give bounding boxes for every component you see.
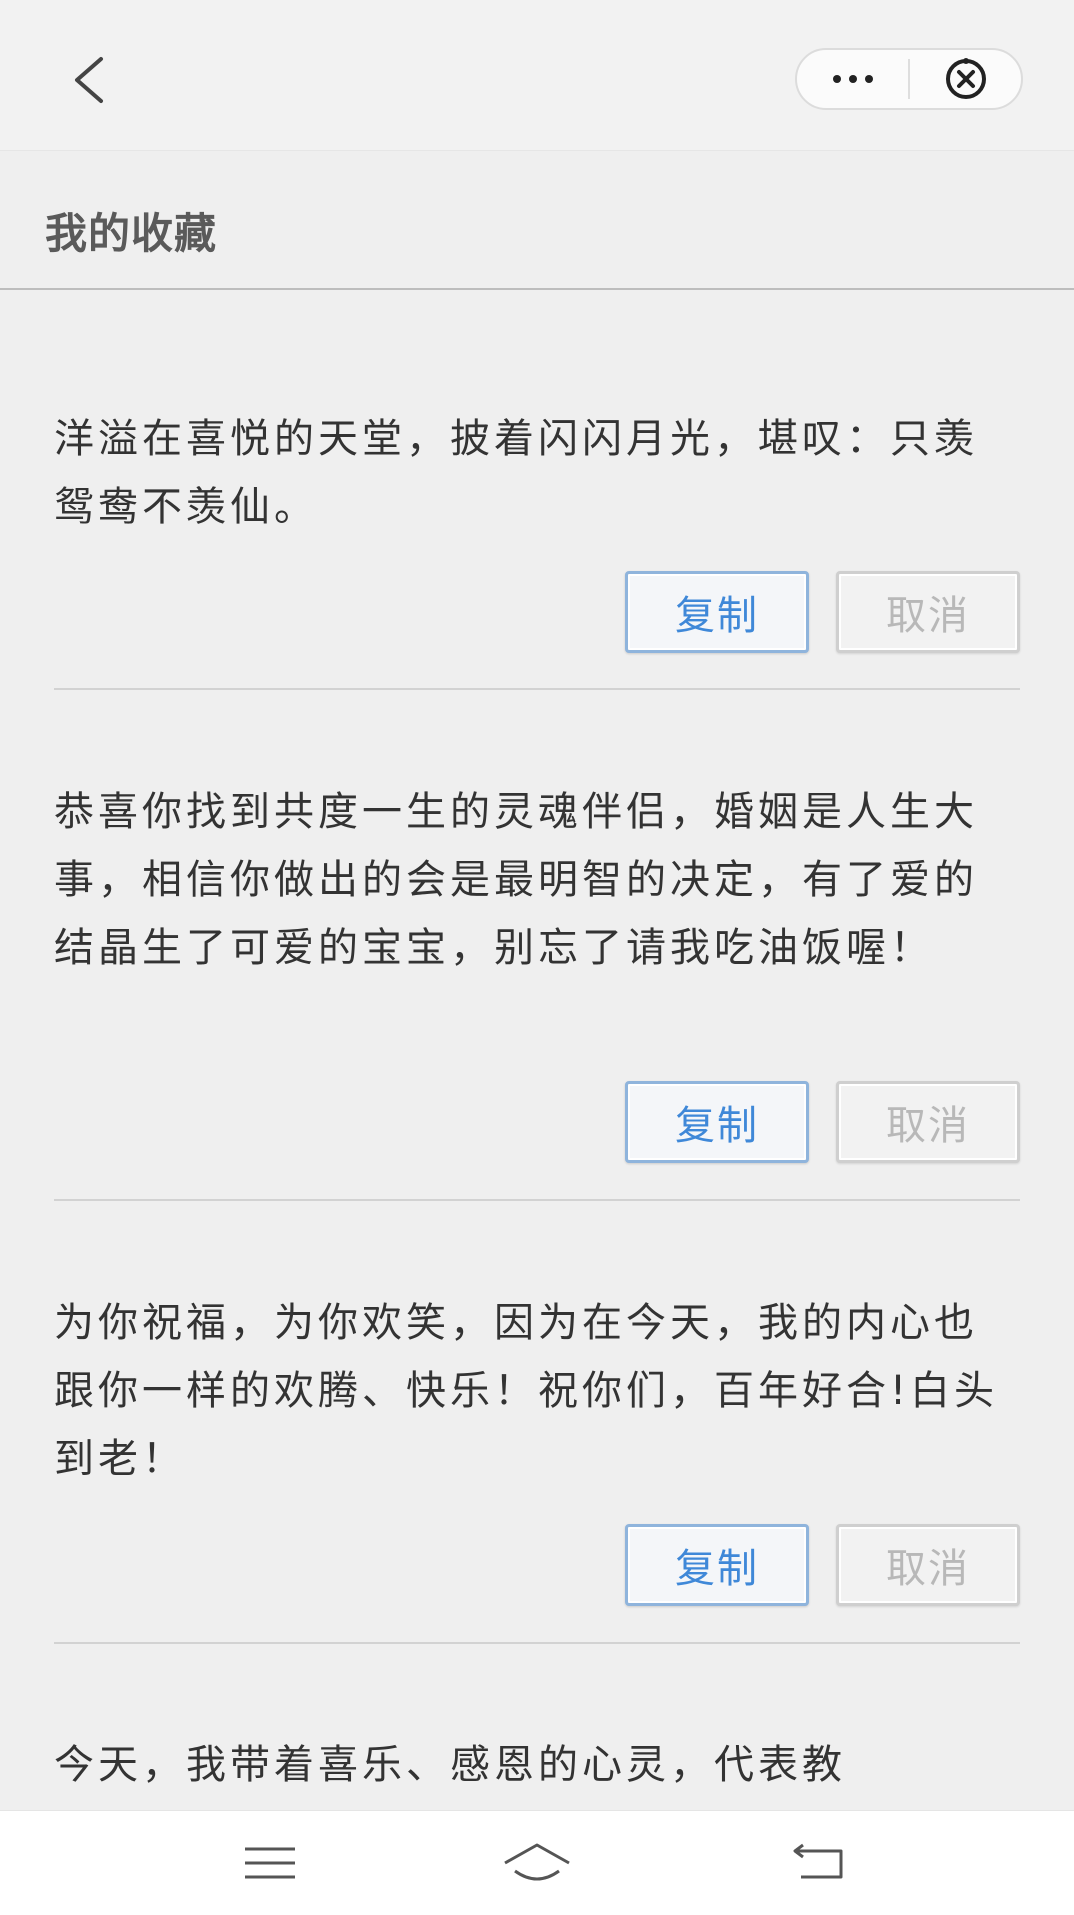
more-button[interactable] [797, 50, 908, 108]
system-nav-bar [0, 1810, 1074, 1915]
menu-icon [245, 1847, 295, 1879]
home-icon [504, 1843, 570, 1881]
back-button[interactable] [58, 50, 118, 110]
mini-program-capsule [795, 48, 1023, 110]
favorite-text: 洋溢在喜悦的天堂，披着闪闪月光，堪叹：只羡鸳鸯不羡仙。 [54, 416, 978, 530]
item-divider [54, 1642, 1020, 1644]
system-back-button[interactable] [774, 1831, 864, 1895]
close-button[interactable] [910, 50, 1021, 108]
copy-button[interactable]: 复制 [625, 571, 809, 653]
page-title: 我的收藏 [45, 209, 218, 258]
cancel-button[interactable]: 取消 [836, 571, 1020, 653]
home-button[interactable] [492, 1831, 582, 1895]
page-header: 我的收藏 [0, 150, 1074, 290]
copy-button[interactable]: 复制 [625, 1081, 809, 1163]
cancel-button[interactable]: 取消 [836, 1524, 1020, 1606]
cancel-button[interactable]: 取消 [836, 1081, 1020, 1163]
chevron-left-icon [75, 57, 103, 103]
back-arrow-icon [793, 1843, 843, 1879]
favorite-text: 今天，我带着喜乐、感恩的心灵，代表教 [54, 1742, 846, 1788]
top-bar [0, 0, 1074, 151]
copy-button[interactable]: 复制 [625, 1524, 809, 1606]
favorite-text: 恭喜你找到共度一生的灵魂伴侣，婚姻是人生大事，相信你做出的会是最明智的决定，有了… [54, 789, 978, 971]
close-circle-icon [945, 58, 986, 99]
menu-button[interactable] [225, 1831, 315, 1895]
more-dots-icon [832, 75, 873, 83]
item-divider [54, 688, 1020, 690]
item-divider [54, 1199, 1020, 1201]
favorite-text: 为你祝福，为你欢笑，因为在今天，我的内心也跟你一样的欢腾、快乐！祝你们，百年好合… [54, 1300, 999, 1482]
